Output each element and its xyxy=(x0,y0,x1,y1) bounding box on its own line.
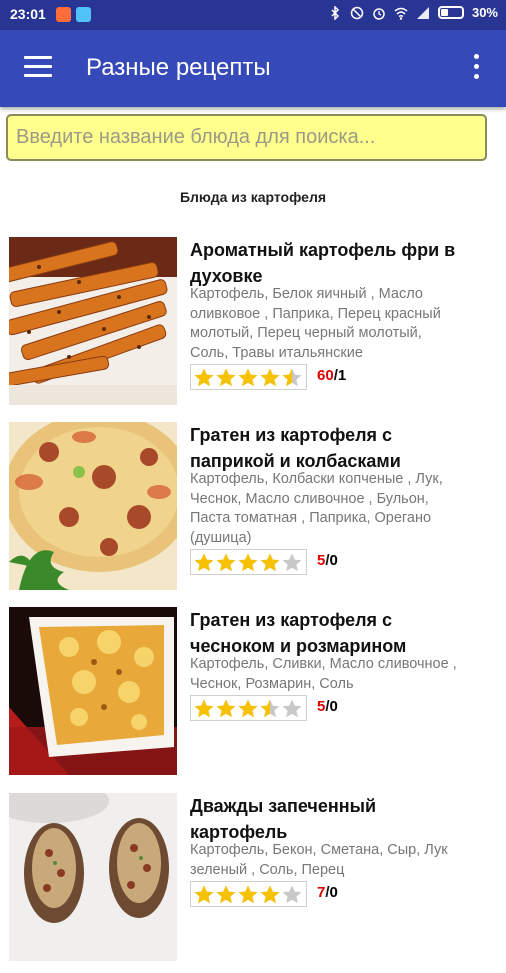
recipe-title: Гратен из картофеля с паприкой и колбаск… xyxy=(190,422,495,474)
battery-percent: 30% xyxy=(471,5,498,20)
ingredients-line: Картофель, Колбаски копченые , Лук, xyxy=(190,471,443,487)
comments-count: 0 xyxy=(329,698,338,715)
comments-count: 0 xyxy=(329,552,338,569)
star-rating xyxy=(190,364,307,390)
ingredients-line: Паста томатная , Паприка, Орегано xyxy=(190,510,432,526)
rating-score: 5/0 xyxy=(317,552,338,569)
comments-count: 1 xyxy=(337,367,347,384)
alarm-icon xyxy=(373,7,385,20)
ingredients-line: Чеснок, Розмарин, Соль xyxy=(190,675,354,692)
star-icon xyxy=(194,699,214,718)
recipe-ingredients: Картофель, Колбаски копченые , Лук, Чесн… xyxy=(190,470,500,548)
signal-icon xyxy=(416,6,429,19)
star-icon xyxy=(194,368,214,387)
ingredients-line: зеленый , Соль, Перец xyxy=(190,861,345,878)
recipe-ingredients: Картофель, Бекон, Сметана, Сыр, Лук зеле… xyxy=(190,841,500,880)
star-icon xyxy=(260,699,280,718)
status-bar: 23:01 30% xyxy=(0,0,506,30)
star-icon xyxy=(238,699,258,718)
recipe-photo xyxy=(9,793,177,961)
star-icon xyxy=(238,885,258,904)
recipe-title-line: Гратен из картофеля с xyxy=(190,610,393,630)
recipe-title: Гратен из картофеля с чесноком и розмари… xyxy=(190,607,495,659)
page-title: Разные рецепты xyxy=(86,54,271,81)
rating-score: 60/1 xyxy=(317,367,347,384)
star-icon xyxy=(282,699,302,718)
star-icon xyxy=(260,553,280,572)
recipe-ingredients: Картофель, Сливки, Масло сливочное , Чес… xyxy=(190,655,500,694)
recipe-title-line: Ароматный картофель фри в xyxy=(190,240,456,260)
wifi-icon xyxy=(394,7,408,20)
star-icon xyxy=(216,885,236,904)
star-rating xyxy=(190,695,307,721)
search-input[interactable] xyxy=(6,114,487,161)
star-icon xyxy=(282,885,302,904)
recipe-item[interactable]: Дважды запеченный картофель Картофель, Б… xyxy=(0,793,506,973)
recipe-photo xyxy=(9,607,177,775)
recipe-item[interactable]: Гратен из картофеля с чесноком и розмари… xyxy=(0,607,506,787)
votes-count: 60 xyxy=(317,367,334,384)
overflow-menu-icon[interactable] xyxy=(472,54,480,82)
star-icon xyxy=(260,368,280,387)
rating-score: 7/0 xyxy=(317,884,338,901)
rating-score: 5/0 xyxy=(317,698,338,715)
battery-icon xyxy=(437,6,464,19)
app-bar: Разные рецепты xyxy=(0,30,506,107)
ingredients-line: оливковое , Паприка, Перец красный xyxy=(190,305,441,322)
star-icon xyxy=(260,885,280,904)
recipe-photo xyxy=(9,422,177,590)
section-title: Блюда из картофеля xyxy=(179,189,327,205)
notification-weather-icon xyxy=(76,7,91,22)
star-icon xyxy=(216,699,236,718)
recipe-title: Дважды запеченный картофель xyxy=(190,793,495,845)
star-icon xyxy=(282,553,302,572)
comments-count: 0 xyxy=(329,884,338,901)
star-icon xyxy=(238,368,258,387)
star-icon xyxy=(282,368,302,387)
ingredients-line: Картофель, Бекон, Сметана, Сыр, Лук xyxy=(190,842,448,858)
star-icon xyxy=(194,553,214,572)
ingredients-line: Чеснок, Масло сливочное , Бульон, xyxy=(190,490,429,507)
ingredients-line: Соль, Травы итальянские xyxy=(190,344,363,361)
star-icon xyxy=(216,553,236,572)
recipe-ingredients: Картофель, Белок яичный , Масло оливково… xyxy=(190,285,500,363)
star-icon xyxy=(238,553,258,572)
bluetooth-icon xyxy=(331,5,340,20)
ingredients-line: молотый, Перец черный молотый, xyxy=(190,325,422,341)
recipe-title: Ароматный картофель фри в духовке xyxy=(190,237,495,289)
status-indicators: 30% xyxy=(328,5,498,20)
ingredients-line: Картофель, Сливки, Масло сливочное , xyxy=(190,656,457,672)
notification-app-icon xyxy=(56,7,71,22)
recipe-item[interactable]: Гратен из картофеля с паприкой и колбаск… xyxy=(0,422,506,602)
status-time: 23:01 xyxy=(10,6,46,22)
star-icon xyxy=(216,368,236,387)
ingredients-line: Картофель, Белок яичный , Масло xyxy=(190,286,423,302)
ingredients-line: (душица) xyxy=(190,529,252,546)
recipe-title-line: Дважды запеченный xyxy=(190,796,377,816)
recipe-title-line: Гратен из картофеля с xyxy=(190,425,393,445)
star-rating xyxy=(190,549,307,575)
recipe-item[interactable]: Ароматный картофель фри в духовке Картоф… xyxy=(0,237,506,417)
do-not-disturb-icon xyxy=(350,6,364,19)
star-icon xyxy=(194,885,214,904)
recipe-photo xyxy=(9,237,177,405)
star-rating xyxy=(190,881,307,907)
hamburger-menu-icon[interactable] xyxy=(24,56,52,78)
